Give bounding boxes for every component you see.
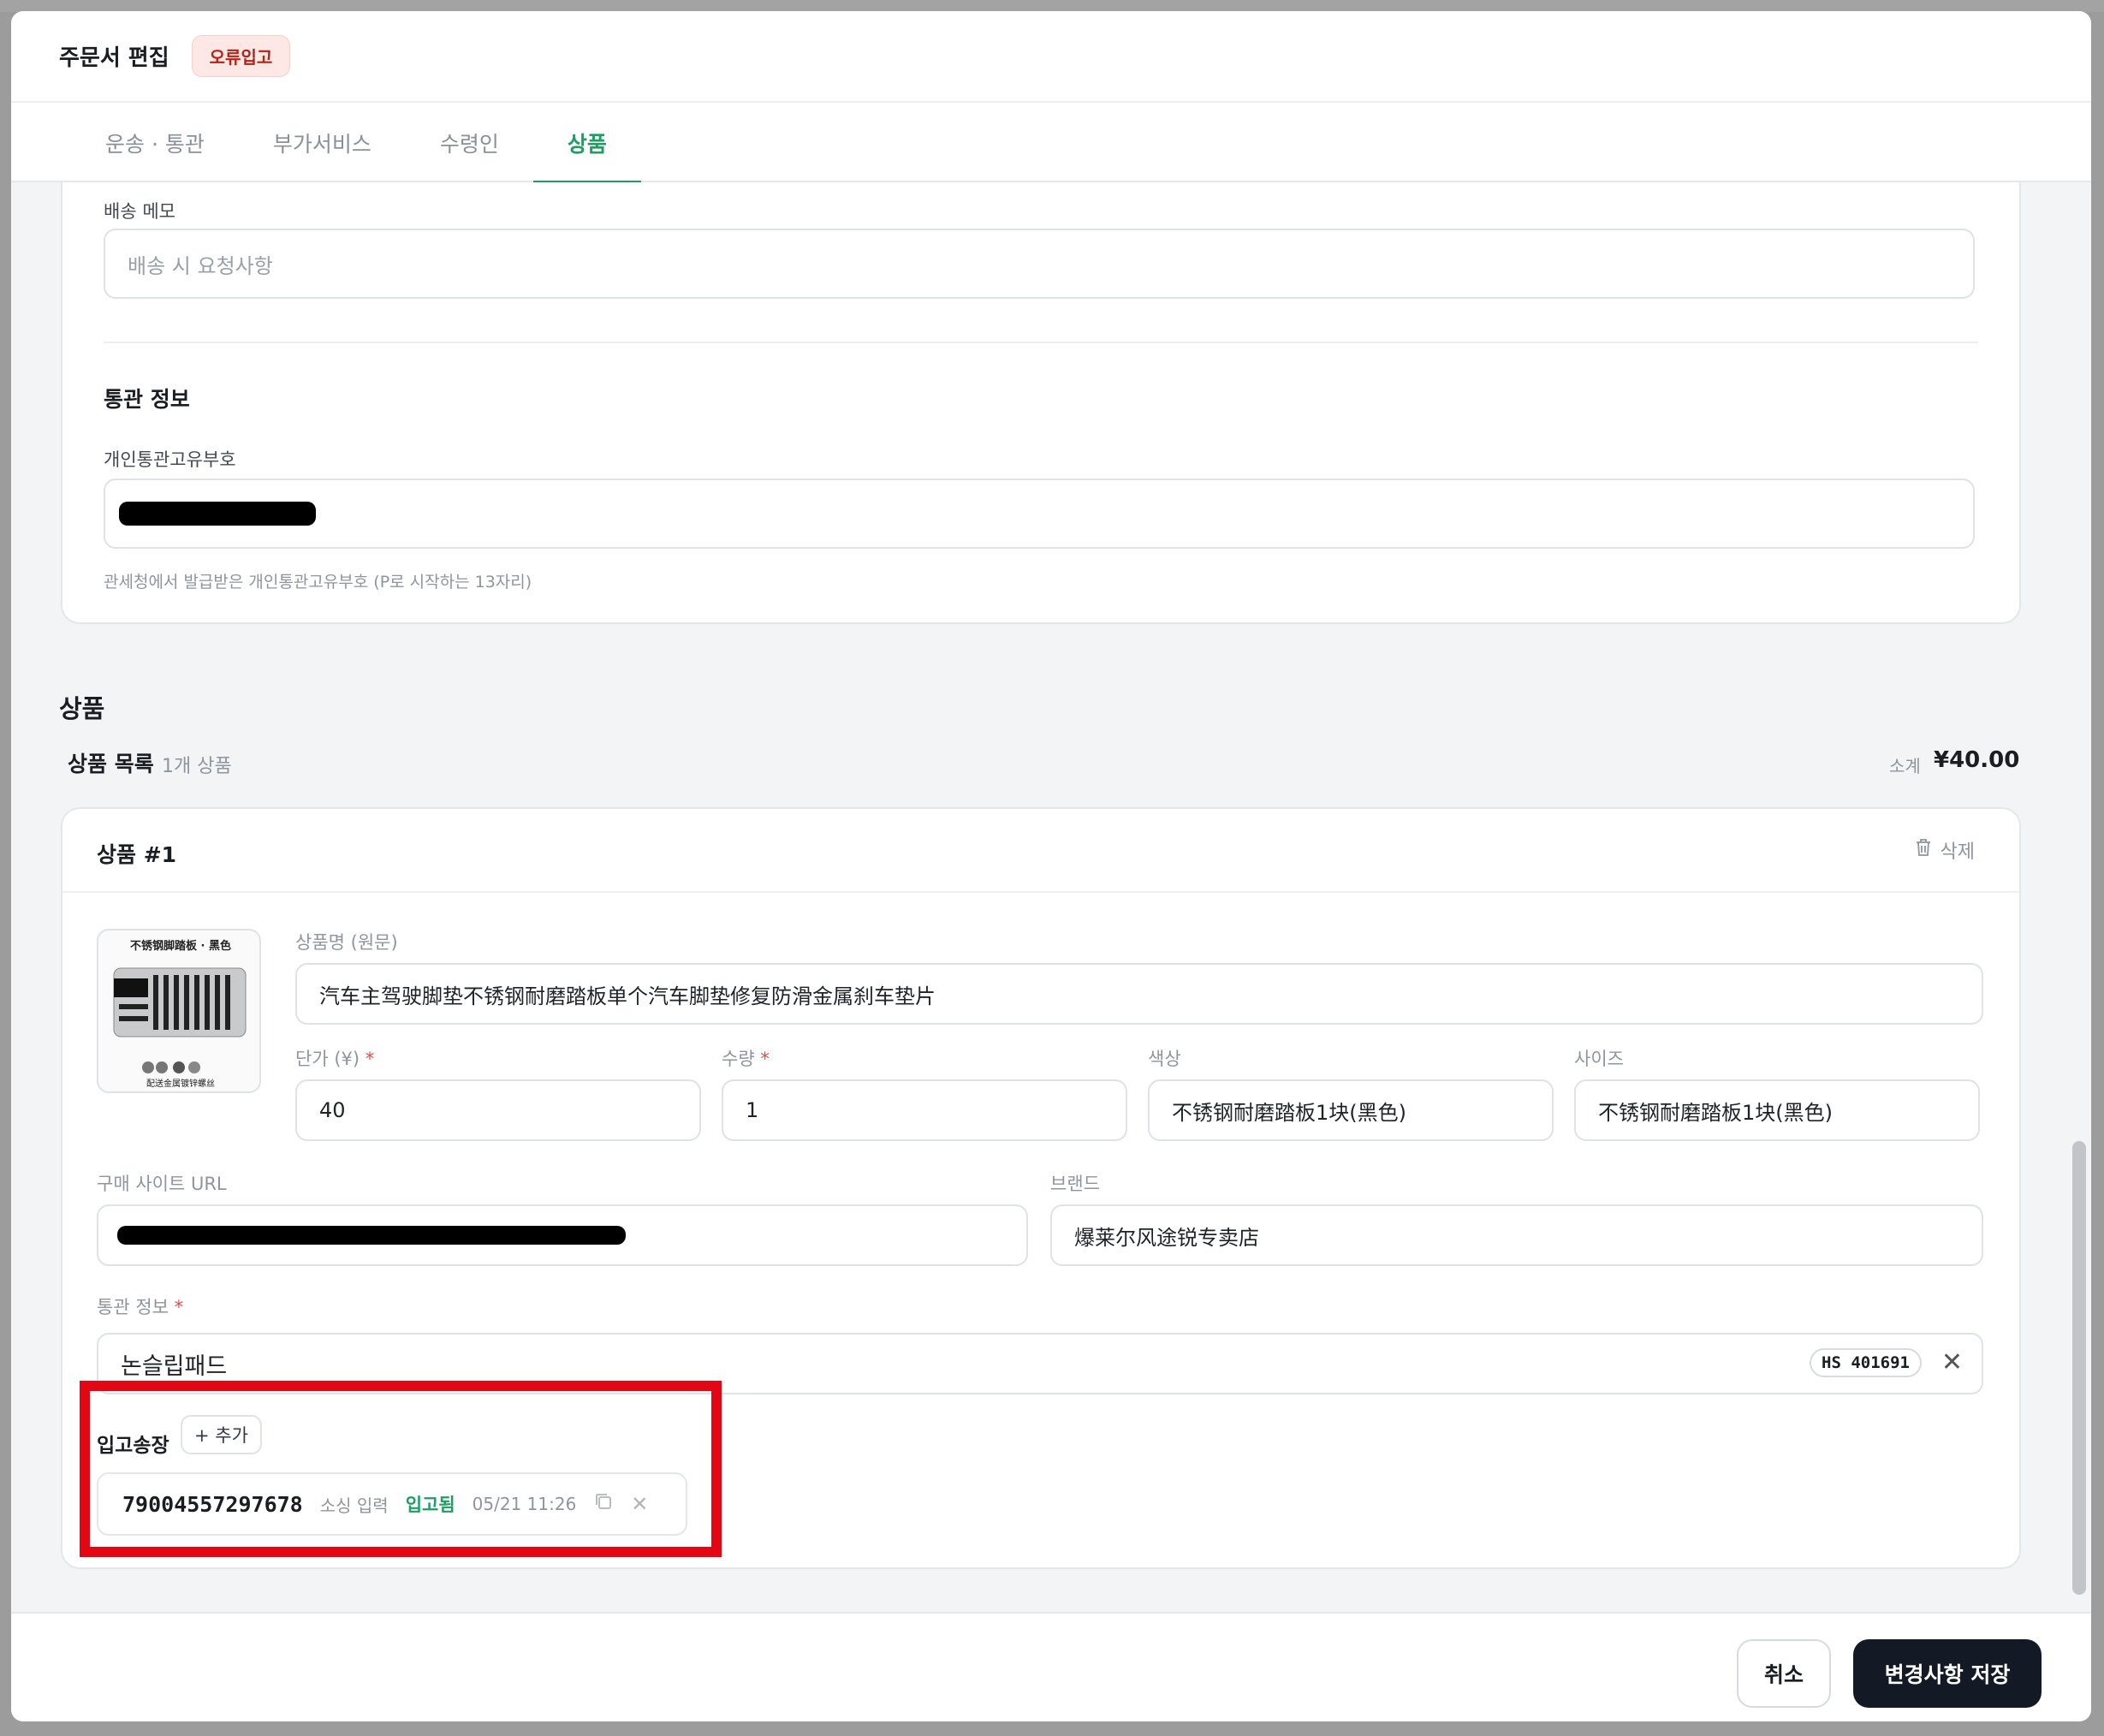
thumbnail-caption-top: 不锈钢脚踏板 · 黑色 bbox=[130, 939, 231, 953]
size-label: 사이즈 bbox=[1574, 1049, 1624, 1069]
hs-code-chip: HS 401691 bbox=[1810, 1348, 1922, 1377]
price-label-text: 단가 (¥) bbox=[295, 1049, 360, 1069]
required-mark: * bbox=[760, 1049, 770, 1069]
modal-footer: 취소 변경사항 저장 bbox=[11, 1612, 2091, 1721]
product-count: 1개 상품 bbox=[162, 756, 232, 777]
delete-product-button[interactable]: 삭제 bbox=[1915, 836, 1975, 864]
tab-products[interactable]: 상품 bbox=[532, 104, 641, 184]
tab-recipient[interactable]: 수령인 bbox=[406, 104, 533, 182]
item-customs-label-text: 통관 정보 bbox=[97, 1297, 169, 1317]
item-customs-label: 통관 정보 * bbox=[97, 1293, 183, 1319]
pccc-input[interactable] bbox=[104, 479, 1975, 549]
qty-input[interactable]: 1 bbox=[722, 1079, 1127, 1141]
scrollbar-track[interactable] bbox=[2065, 182, 2091, 1612]
url-input[interactable] bbox=[97, 1204, 1028, 1266]
highlight-box bbox=[80, 1381, 722, 1557]
price-input[interactable]: 40 bbox=[295, 1079, 701, 1141]
memo-label: 배송 메모 bbox=[104, 201, 175, 222]
thumbnail-caption-bottom: 配送金属镀锌螺丝 bbox=[146, 1078, 215, 1089]
required-mark: * bbox=[174, 1297, 184, 1317]
url-label: 구매 사이트 URL bbox=[97, 1174, 227, 1194]
customs-category-value: 논슬립패드 bbox=[121, 1353, 228, 1380]
scrollbar-thumb[interactable] bbox=[2072, 1141, 2086, 1595]
qty-label-text: 수량 bbox=[722, 1049, 755, 1069]
product-name-input[interactable]: 汽车主驾驶脚垫不锈钢耐磨踏板单个汽车脚垫修复防滑金属刹车垫片 bbox=[295, 963, 1983, 1025]
shipping-customs-card: 배송 메모 배송 시 요청사항 통관 정보 개인통관고유부호 관세청에서 발급받… bbox=[61, 182, 2021, 624]
pccc-label: 개인통관고유부호 bbox=[104, 449, 236, 470]
product-thumbnail[interactable]: 不锈钢脚踏板 · 黑色 配送金属镀锌螺丝 bbox=[97, 929, 261, 1093]
save-changes-button[interactable]: 변경사항 저장 bbox=[1853, 1639, 2042, 1708]
order-edit-modal: 주문서 편집 오류입고 운송 · 통관 부가서비스 수령인 상품 배송 메모 배… bbox=[11, 11, 2091, 1721]
delete-label: 삭제 bbox=[1940, 841, 1975, 863]
tab-bar: 운송 · 통관 부가서비스 수령인 상품 bbox=[11, 104, 2091, 184]
tab-shipping-customs[interactable]: 운송 · 통관 bbox=[71, 104, 239, 182]
trash-icon bbox=[1915, 838, 1932, 862]
size-input[interactable]: 不锈钢耐磨踏板1块(黑色) bbox=[1574, 1079, 1980, 1141]
subtotal-label: 소계 bbox=[1889, 756, 1921, 776]
redacted-value bbox=[119, 502, 316, 526]
subtotal-value: ¥40.00 bbox=[1934, 747, 2020, 773]
redacted-url bbox=[117, 1226, 626, 1245]
customs-section-title: 통관 정보 bbox=[104, 387, 190, 412]
cancel-button[interactable]: 취소 bbox=[1737, 1639, 1831, 1708]
modal-title: 주문서 편집 bbox=[59, 45, 169, 71]
price-label: 단가 (¥) * bbox=[295, 1045, 374, 1071]
divider bbox=[104, 342, 1978, 343]
pccc-hint: 관세청에서 발급받은 개인통관고유부호 (P로 시작하는 13자리) bbox=[104, 573, 532, 592]
memo-input[interactable]: 배송 시 요청사항 bbox=[104, 229, 1975, 299]
close-icon[interactable]: ✕ bbox=[1941, 1350, 1963, 1376]
tab-extra-services[interactable]: 부가서비스 bbox=[239, 104, 406, 182]
qty-label: 수량 * bbox=[722, 1045, 770, 1071]
products-section-title: 상품 bbox=[59, 694, 105, 723]
background-strip bbox=[0, 0, 2104, 12]
color-label: 색상 bbox=[1148, 1049, 1181, 1069]
brand-input[interactable]: 爆莱尔风途锐专卖店 bbox=[1050, 1204, 1983, 1266]
modal-header: 주문서 편집 오류입고 bbox=[11, 11, 2091, 103]
status-badge: 오류입고 bbox=[191, 35, 291, 77]
product-list-title: 상품 목록 bbox=[68, 752, 154, 776]
color-input[interactable]: 不锈钢耐磨踏板1块(黑色) bbox=[1148, 1079, 1554, 1141]
product-name-label: 상품명 (원문) bbox=[295, 932, 398, 953]
product-card-header: 상품 #1 삭제 bbox=[62, 809, 2019, 893]
brand-label: 브랜드 bbox=[1050, 1174, 1100, 1194]
required-mark: * bbox=[365, 1049, 375, 1069]
product-title: 상품 #1 bbox=[97, 842, 177, 867]
